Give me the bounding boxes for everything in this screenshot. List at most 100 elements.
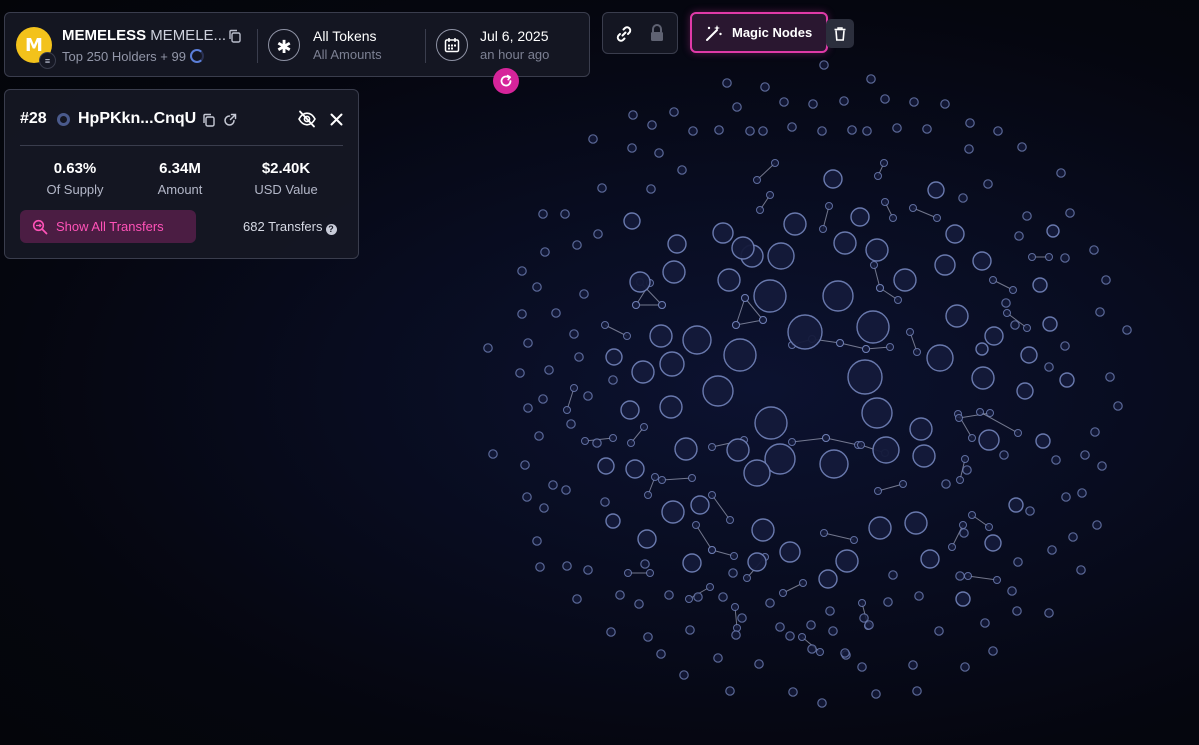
holder-bubble[interactable]: [840, 648, 850, 658]
holder-bubble[interactable]: [693, 592, 703, 602]
holder-bubble[interactable]: [760, 82, 770, 92]
holder-bubble[interactable]: [880, 94, 890, 104]
holder-bubble[interactable]: [825, 606, 835, 616]
holder-bubble[interactable]: [971, 366, 995, 390]
holder-bubble[interactable]: [819, 60, 829, 70]
holder-bubble[interactable]: [1061, 492, 1071, 502]
holder-bubble[interactable]: [874, 172, 882, 180]
holder-bubble[interactable]: [920, 549, 940, 569]
holder-bubble[interactable]: [756, 206, 764, 214]
holder-bubble[interactable]: [836, 339, 844, 347]
holder-bubble[interactable]: [1014, 231, 1024, 241]
holder-bubble[interactable]: [745, 126, 755, 136]
holder-bubble[interactable]: [788, 687, 798, 697]
holder-bubble[interactable]: [634, 599, 644, 609]
holder-bubble[interactable]: [1077, 488, 1087, 498]
filter-title[interactable]: All Tokens: [313, 28, 377, 44]
holder-bubble[interactable]: [1080, 450, 1090, 460]
holder-bubble[interactable]: [538, 209, 548, 219]
holder-bubble[interactable]: [539, 503, 549, 513]
holder-bubble[interactable]: [654, 148, 664, 158]
holder-bubble[interactable]: [588, 134, 598, 144]
asterisk-icon[interactable]: ✱: [268, 29, 300, 61]
holder-bubble[interactable]: [679, 670, 689, 680]
holder-bubble[interactable]: [1089, 245, 1099, 255]
holder-bubble[interactable]: [765, 598, 775, 608]
holder-bubble[interactable]: [818, 569, 838, 589]
holder-bubble[interactable]: [593, 229, 603, 239]
holder-bubble[interactable]: [962, 465, 972, 475]
holder-bubble[interactable]: [955, 571, 965, 581]
holder-bubble[interactable]: [1020, 346, 1038, 364]
holder-bubble[interactable]: [606, 627, 616, 637]
holder-bubble[interactable]: [1056, 168, 1066, 178]
holder-bubble[interactable]: [912, 444, 936, 468]
external-link-icon[interactable]: [223, 113, 237, 127]
holder-bubble[interactable]: [662, 260, 686, 284]
holder-bubble[interactable]: [959, 528, 969, 538]
holder-bubble[interactable]: [819, 449, 849, 479]
holder-bubble[interactable]: [753, 279, 787, 313]
holder-bubble[interactable]: [820, 529, 828, 537]
holder-bubble[interactable]: [872, 436, 900, 464]
holder-bubble[interactable]: [948, 543, 956, 551]
holder-bubble[interactable]: [926, 344, 954, 372]
link-icon[interactable]: [614, 24, 634, 44]
holder-bubble[interactable]: [690, 495, 710, 515]
holder-bubble[interactable]: [753, 176, 761, 184]
holder-bubble[interactable]: [1045, 253, 1053, 261]
holder-bubble[interactable]: [847, 359, 883, 395]
holder-bubble[interactable]: [646, 569, 654, 577]
holder-bubble[interactable]: [857, 441, 865, 449]
holders-count[interactable]: Top 250 Holders + 99: [62, 49, 204, 64]
holder-bubble[interactable]: [605, 513, 621, 529]
holder-bubble[interactable]: [743, 459, 771, 487]
holder-bubble[interactable]: [726, 438, 750, 462]
holder-bubble[interactable]: [592, 438, 602, 448]
holder-bubble[interactable]: [817, 698, 827, 708]
holder-bubble[interactable]: [883, 597, 893, 607]
holder-bubble[interactable]: [888, 570, 898, 580]
holder-bubble[interactable]: [718, 592, 728, 602]
holder-bubble[interactable]: [644, 491, 652, 499]
holder-bubble[interactable]: [601, 321, 609, 329]
holder-bubble[interactable]: [1013, 557, 1023, 567]
holder-bubble[interactable]: [624, 569, 632, 577]
show-all-transfers-button[interactable]: Show All Transfers: [20, 210, 196, 243]
holder-bubble[interactable]: [828, 626, 838, 636]
holder-bubble[interactable]: [1007, 586, 1017, 596]
holder-bubble[interactable]: [906, 328, 914, 336]
holder-bubble[interactable]: [1032, 277, 1048, 293]
holder-bubble[interactable]: [1065, 208, 1075, 218]
holder-bubble[interactable]: [871, 689, 881, 699]
holder-bubble[interactable]: [847, 125, 857, 135]
holder-bubble[interactable]: [728, 568, 738, 578]
holder-bubble[interactable]: [893, 268, 917, 292]
holder-bubble[interactable]: [1009, 286, 1017, 294]
holder-bubble[interactable]: [868, 516, 892, 540]
holder-bubble[interactable]: [961, 455, 969, 463]
holder-bubble[interactable]: [674, 437, 698, 461]
holder-bubble[interactable]: [625, 459, 645, 479]
holder-bubble[interactable]: [859, 613, 869, 623]
eye-off-icon[interactable]: [297, 110, 317, 128]
holder-bubble[interactable]: [754, 406, 788, 440]
holder-bubble[interactable]: [909, 97, 919, 107]
holder-bubble[interactable]: [972, 251, 992, 271]
holder-bubble[interactable]: [1022, 211, 1032, 221]
holder-bubble[interactable]: [566, 419, 576, 429]
copy-icon[interactable]: [202, 113, 216, 127]
holder-bubble[interactable]: [850, 207, 870, 227]
holder-bubble[interactable]: [515, 368, 525, 378]
holder-bubble[interactable]: [858, 599, 866, 607]
holder-bubble[interactable]: [754, 659, 764, 669]
holder-bubble[interactable]: [637, 529, 657, 549]
holder-bubble[interactable]: [816, 648, 824, 656]
holder-bubble[interactable]: [807, 644, 817, 654]
holder-bubble[interactable]: [978, 429, 1000, 451]
holder-bubble[interactable]: [1122, 325, 1132, 335]
holder-bubble[interactable]: [1010, 320, 1020, 330]
holder-bubble[interactable]: [620, 400, 640, 420]
holder-bubble[interactable]: [627, 439, 635, 447]
holder-bubble[interactable]: [643, 632, 653, 642]
